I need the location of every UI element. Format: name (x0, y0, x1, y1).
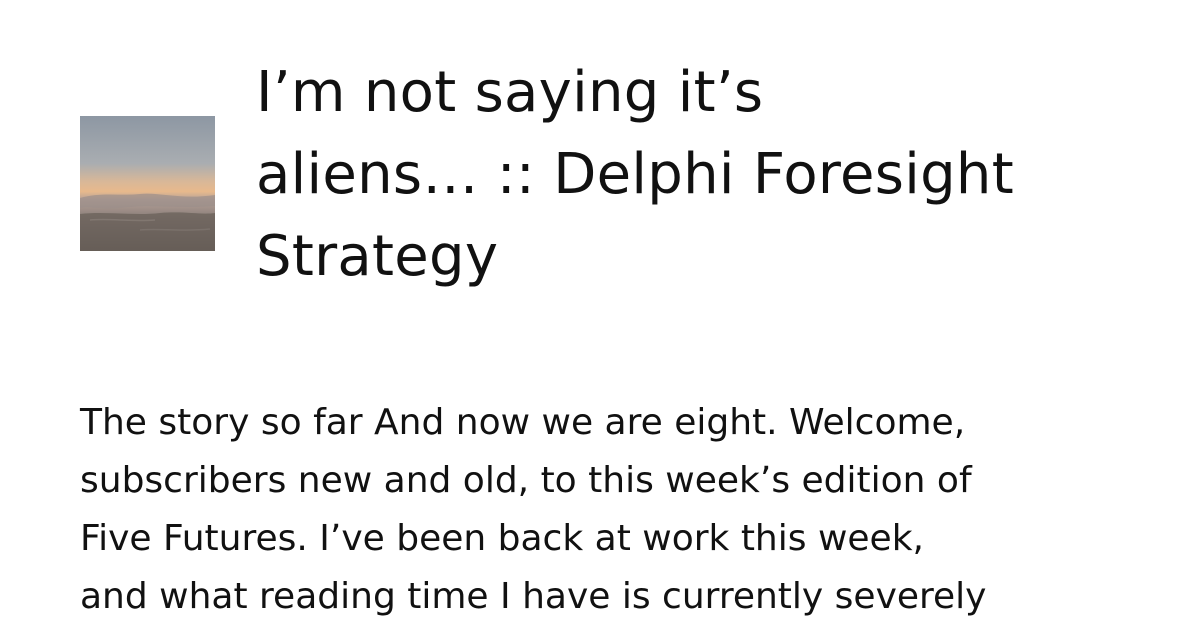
article-title: I’m not saying it’s aliens… :: Delphi Fo… (256, 52, 1156, 298)
article-excerpt: The story so far And now we are eight. W… (80, 394, 1160, 626)
article-title-line: I’m not saying it’s (256, 60, 764, 125)
article-title-line: aliens… :: Delphi Foresight (256, 142, 1014, 207)
article-title-line: Strategy (256, 224, 499, 289)
article-excerpt-line: Five Futures. I’ve been back at work thi… (80, 518, 924, 559)
article-excerpt-line: subscribers new and old, to this week’s … (80, 460, 972, 501)
article-excerpt-line: The story so far And now we are eight. W… (80, 402, 966, 443)
article-excerpt-line: and what reading time I have is currentl… (80, 576, 987, 617)
site-thumbnail-image (80, 116, 215, 251)
